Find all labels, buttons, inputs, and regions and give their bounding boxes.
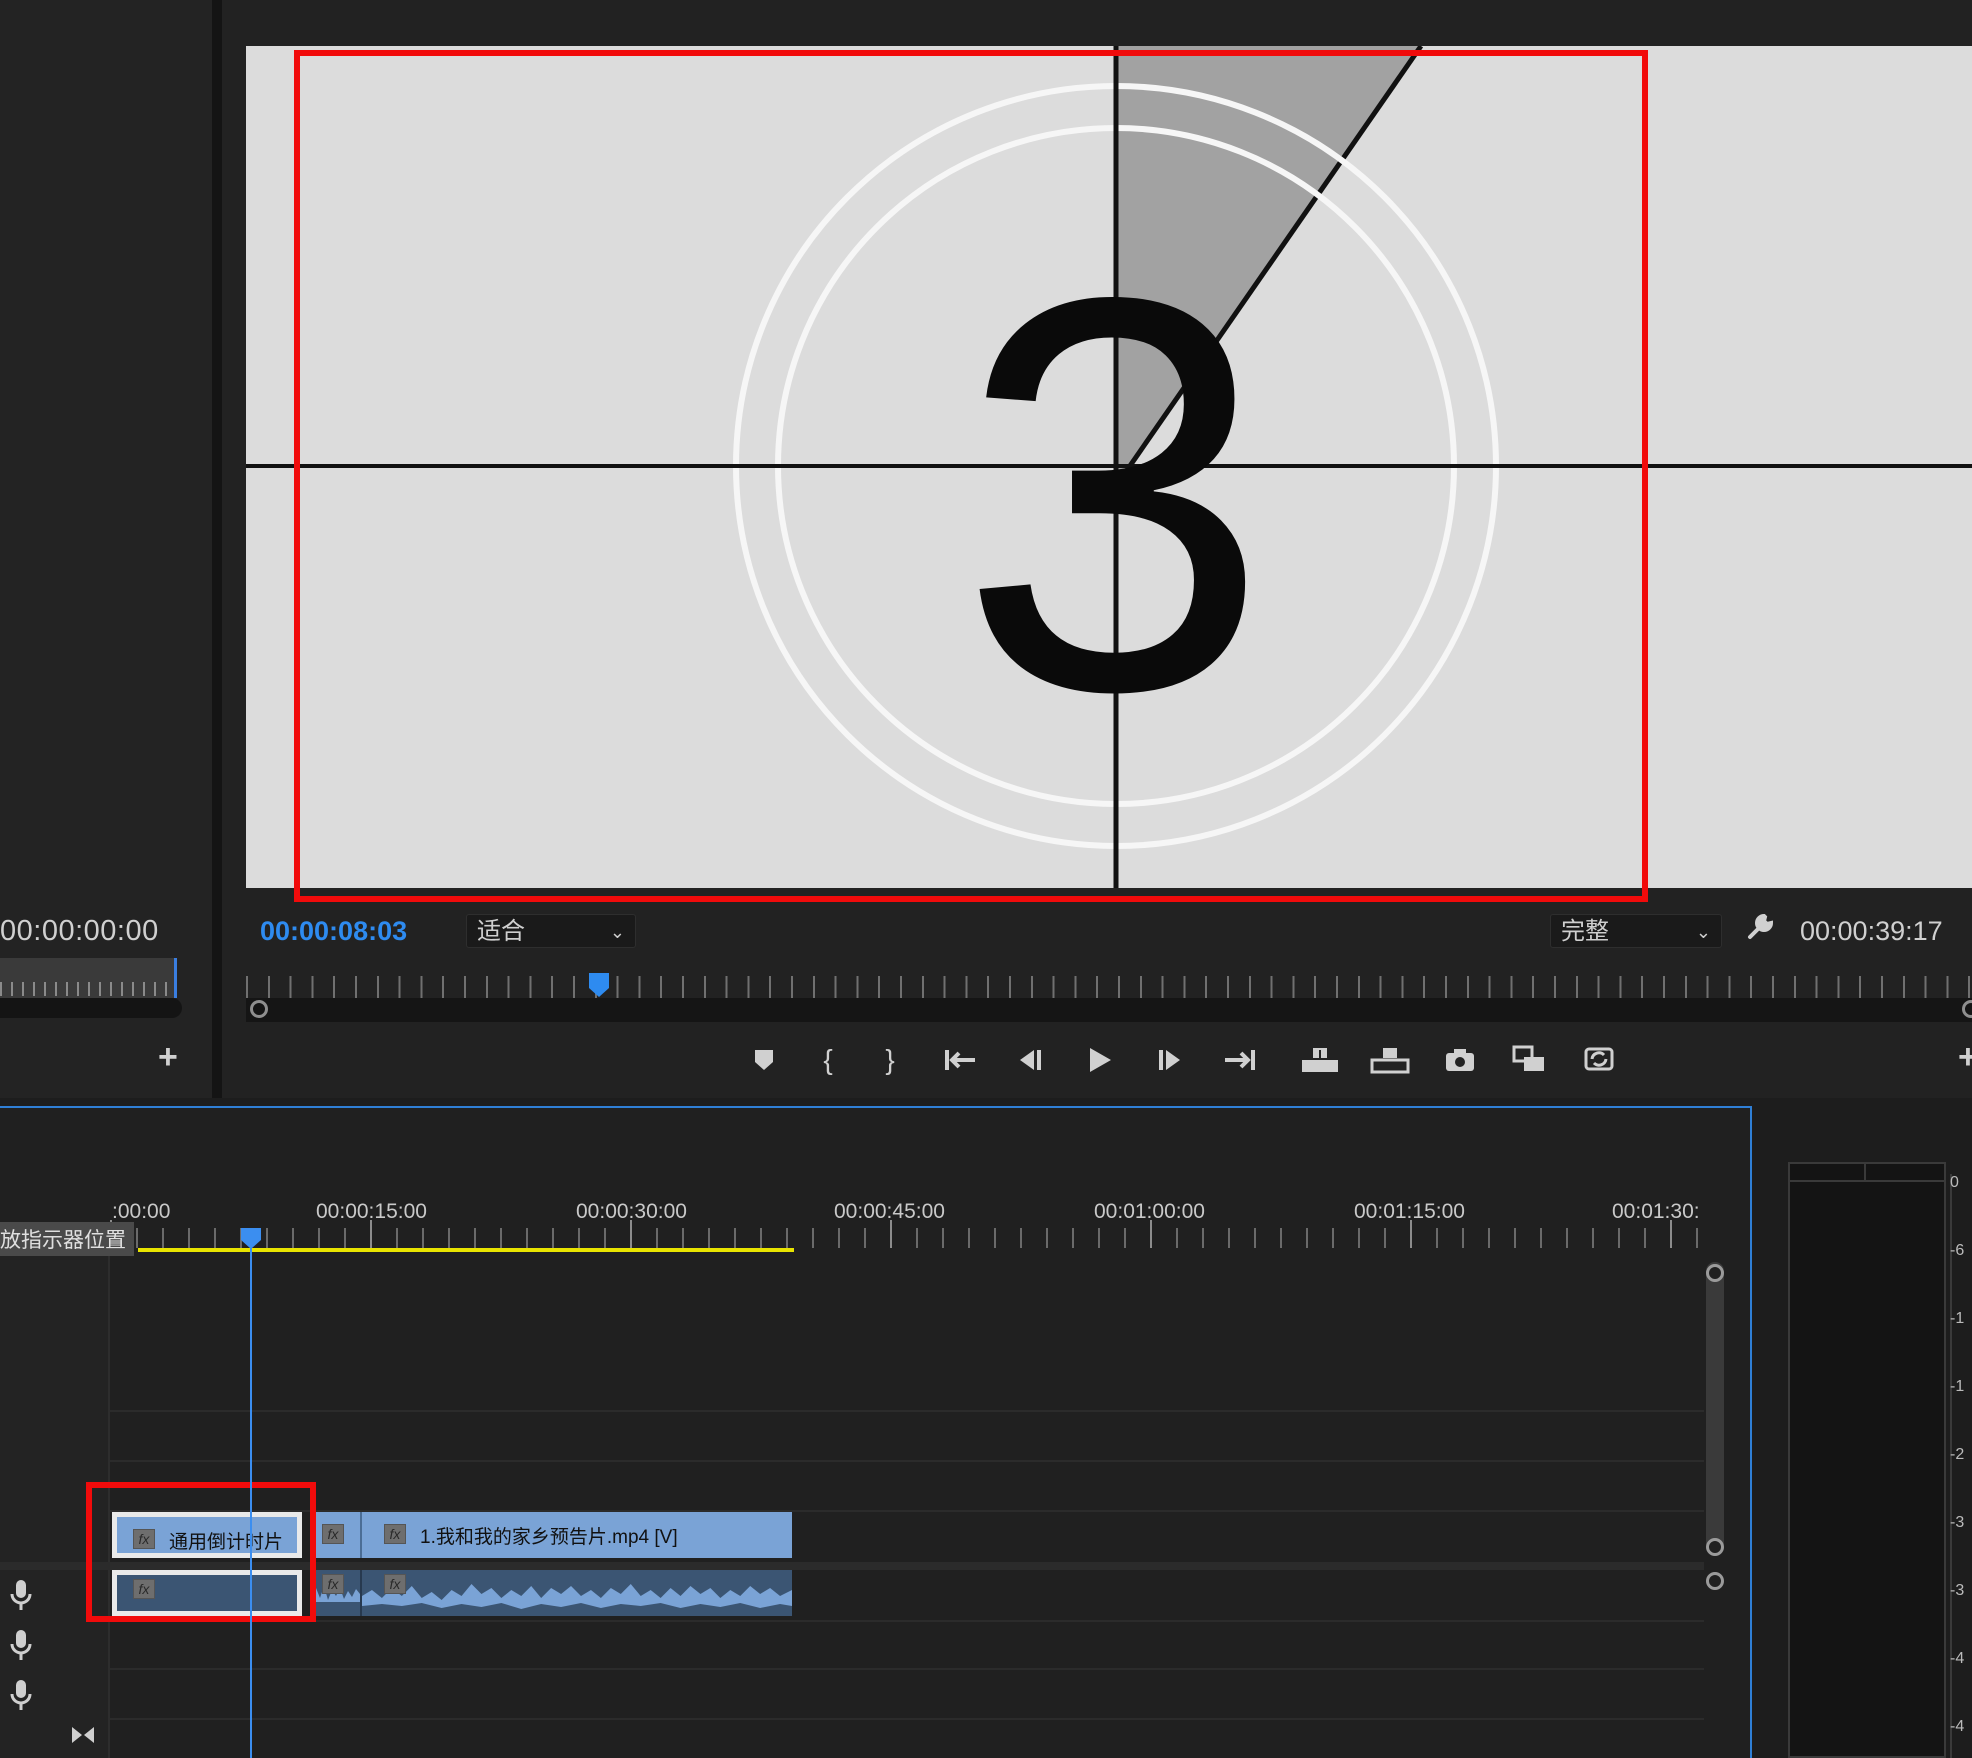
source-zoom-bar[interactable] [0,998,182,1018]
mark-out-button[interactable]: } [866,1036,914,1084]
timeline-playhead-line[interactable] [250,1232,252,1758]
timeline-vertical-scrollbar[interactable] [1706,1262,1724,1552]
program-ruler-ticks [246,976,1972,998]
source-playhead[interactable] [174,958,177,998]
step-forward-button[interactable] [1146,1036,1194,1084]
meter-scale-line [1950,1174,1952,1758]
annotation-highlight-box [86,1482,316,1622]
clip-label: 1.我和我的家乡预告片.mp4 [V] [420,1527,678,1548]
meter-tick-label: -1 [1950,1378,1965,1395]
meter-tick-label: -3 [1950,1514,1965,1531]
mark-in-button[interactable]: { [804,1036,852,1084]
program-current-timecode[interactable]: 00:00:08:03 [260,916,407,947]
microphone-icon[interactable] [8,1578,34,1612]
bowtie-icon[interactable] [70,1724,96,1752]
playback-resolution-dropdown[interactable]: 完整 ⌄ [1550,914,1722,948]
track-separator [110,1718,1704,1720]
panel-divider[interactable] [212,0,222,1098]
program-playhead[interactable] [588,972,610,998]
insert-button[interactable] [1506,1036,1554,1084]
fx-badge: fx [384,1524,406,1544]
track-separator [110,1460,1704,1462]
wrench-settings-icon[interactable] [1745,912,1775,950]
meter-tick-label: -6 [1950,1242,1965,1259]
meter-tick-label: -4 [1950,1718,1965,1735]
meter-tick-label: -2 [1950,1446,1965,1463]
fx-badge: fx [322,1524,344,1544]
timeline-ruler-major-ticks [110,1220,1704,1248]
annotation-highlight-box [294,50,1648,902]
scrollbar-handle[interactable] [1706,1538,1724,1556]
add-marker-button[interactable] [740,1036,788,1084]
work-area-bar[interactable] [138,1248,794,1252]
scrollbar-handle[interactable] [1706,1572,1724,1590]
meter-tick-label: -1 [1950,1310,1965,1327]
extract-button[interactable] [1366,1036,1414,1084]
source-add-button[interactable]: + [158,1038,178,1077]
zoom-level-value: 适合 [477,918,525,945]
meter-tick-label: -3 [1950,1582,1965,1599]
meter-tick-label: -4 [1950,1650,1965,1667]
chevron-down-icon: ⌄ [609,922,625,942]
program-zoom-bar[interactable] [246,998,1972,1022]
tooltip: 放指示器位置 [0,1222,134,1256]
audio-waveform [362,1584,792,1609]
chevron-down-icon: ⌄ [1695,922,1711,942]
microphone-icon[interactable] [8,1628,34,1662]
fx-badge: fx [322,1574,344,1594]
scrollbar-handle[interactable] [1706,1264,1724,1282]
program-duration-timecode: 00:00:39:17 [1800,916,1943,946]
track-separator [110,1668,1704,1670]
zoom-level-dropdown[interactable]: 适合 ⌄ [466,914,636,948]
audio-meter-header [1788,1162,1946,1182]
main-video-clip[interactable]: fx 1.我和我的家乡预告片.mp4 [V] [360,1512,792,1558]
go-to-out-button[interactable] [1216,1036,1264,1084]
track-separator [110,1410,1704,1412]
microphone-icon[interactable] [8,1678,34,1712]
meter-tick-label: 0 [1950,1174,1959,1191]
main-audio-clip[interactable]: fx [360,1570,792,1616]
play-button[interactable] [1076,1036,1124,1084]
video-clip-segment[interactable]: fx [312,1512,360,1558]
audio-clip-segment[interactable]: fx [312,1570,360,1616]
audio-meter-split [1864,1162,1866,1182]
lift-button[interactable] [1296,1036,1344,1084]
fx-badge: fx [384,1574,406,1594]
program-add-button[interactable]: + [1958,1038,1972,1077]
zoom-bar-start-handle[interactable] [250,1000,268,1018]
overwrite-button[interactable] [1576,1036,1624,1084]
source-timecode[interactable]: 00:00:00:00 [0,915,159,948]
export-frame-camera-icon[interactable] [1436,1036,1484,1084]
timeline-playhead[interactable] [239,1226,263,1250]
audio-meter [1788,1162,1946,1758]
playback-resolution-value: 完整 [1561,918,1609,945]
source-ruler-ticks [0,982,176,996]
go-to-in-button[interactable] [936,1036,984,1084]
step-back-button[interactable] [1006,1036,1054,1084]
track-separator [110,1620,1704,1622]
